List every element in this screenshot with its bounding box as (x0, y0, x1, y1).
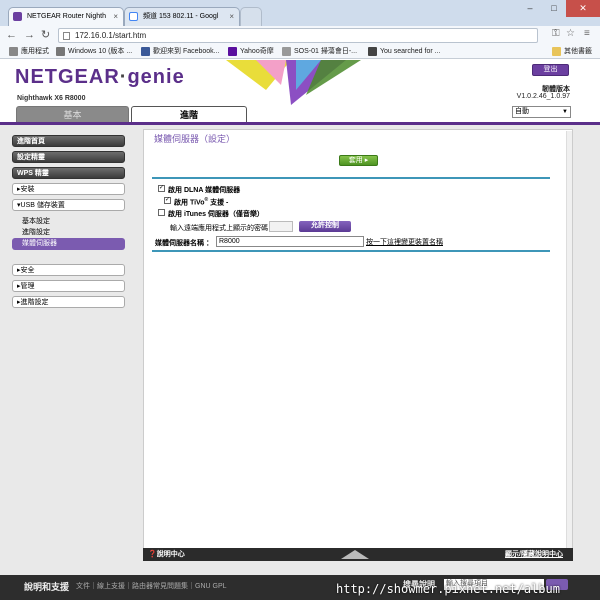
footer-links[interactable]: 文件｜線上支援｜路由器常見問題集｜GNU GPL (76, 581, 227, 591)
google-icon (368, 47, 377, 56)
sidebar-item-administration[interactable]: ▸管理 (12, 280, 125, 292)
dlna-checkbox[interactable]: ✓ (158, 185, 165, 192)
language-select[interactable]: 自動 ▼ (512, 106, 571, 118)
server-name-label: 媒體伺服器名稱 ： (155, 240, 213, 247)
url-text: 172.16.0.1/start.htm (75, 31, 147, 40)
apps-icon (9, 47, 18, 56)
browser-toolbar: ← → ↻ 172.16.0.1/start.htm ⚿ ☆ ≡ (0, 26, 600, 45)
bookmark-windows10[interactable]: Windows 10 (版本 ... (56, 46, 132, 57)
toggle-help-link[interactable]: 顯示/隱藏說明中心 (505, 549, 563, 560)
footer-title: 說明和支援 (24, 582, 70, 592)
sidebar-item-wps-wizard[interactable]: WPS 精靈 (12, 167, 125, 179)
bookmark-yahoo[interactable]: Yahoo奇摩 (228, 46, 274, 57)
window-close-icon[interactable]: ✕ (566, 0, 600, 17)
browser-tab-google[interactable]: 頻道 153 802.11 - Googl × (124, 7, 240, 26)
close-tab-icon[interactable]: × (229, 8, 234, 25)
window-controls: – □ ✕ (518, 0, 600, 17)
tab-title: 頻道 153 802.11 - Googl (143, 13, 219, 20)
key-icon[interactable]: ⚿ (552, 28, 560, 39)
allow-control-button[interactable]: 允許控制 (299, 221, 351, 232)
sidebar-item-advanced-setup[interactable]: ▸進階設定 (12, 296, 125, 308)
change-device-name-link[interactable]: 按一下這裡變更裝置名稱 (366, 237, 443, 247)
dlna-label: 啟用 DLNA 媒體伺服器 (168, 187, 241, 194)
help-center-bar: ❓說明中心 顯示/隱藏說明中心 (143, 548, 573, 561)
help-center-label[interactable]: ❓說明中心 (148, 549, 185, 560)
server-name-input[interactable]: R8000 (216, 236, 364, 247)
yahoo-icon (228, 47, 237, 56)
back-icon[interactable]: ← (6, 28, 17, 42)
forward-icon[interactable]: → (24, 28, 35, 42)
expand-help-icon[interactable] (341, 550, 369, 559)
bookmarks-bar: 應用程式 Windows 10 (版本 ... 歡迎來到 Facebook...… (0, 45, 600, 59)
browser-tab-netgear[interactable]: NETGEAR Router Nighth × (8, 7, 124, 26)
chevron-down-icon: ▼ (562, 109, 568, 115)
screen: NETGEAR Router Nighth × 頻道 153 802.11 - … (0, 0, 600, 600)
page-title: 媒體伺服器（設定） (154, 134, 236, 144)
new-tab-button[interactable] (240, 7, 262, 26)
itunes-checkbox[interactable] (158, 209, 165, 216)
reload-icon[interactable]: ↻ (41, 28, 50, 42)
address-bar[interactable]: 172.16.0.1/start.htm (58, 28, 538, 43)
firmware-version: V1.0.2.46_1.0.97 (516, 93, 570, 100)
bookmark-search[interactable]: You searched for ... (368, 46, 440, 57)
maximize-icon[interactable]: □ (542, 0, 566, 17)
minimize-icon[interactable]: – (518, 0, 542, 17)
menu-icon[interactable]: ≡ (584, 28, 590, 39)
sidebar-item-media-server[interactable]: 媒體伺服器 (12, 238, 125, 250)
star-icon[interactable]: ☆ (566, 28, 575, 39)
password-input[interactable] (269, 221, 293, 232)
browser-tab-strip: NETGEAR Router Nighth × 頻道 153 802.11 - … (0, 0, 600, 26)
itunes-label: 啟用 iTunes 伺服器（僅音樂） (168, 211, 264, 218)
page-icon (63, 32, 70, 40)
bookmark-other[interactable]: 其他書籤 (552, 46, 592, 57)
apply-button[interactable]: 套用 ▸ (339, 155, 378, 166)
sidebar-item-usb-storage[interactable]: ▾USB 儲存裝置 (12, 199, 125, 211)
sidebar-item-security[interactable]: ▸安全 (12, 264, 125, 276)
netgear-logo: NETGEAR·genie (15, 66, 185, 88)
divider-bottom (152, 250, 550, 252)
bookmark-apps[interactable]: 應用程式 (9, 46, 49, 57)
watermark-text: http://showmer.pixnet.net/album (336, 582, 560, 596)
sidebar-item-setup-wizard[interactable]: 設定精靈 (12, 151, 125, 163)
tivo-checkbox[interactable]: ✓ (164, 197, 171, 204)
netgear-favicon-icon (13, 12, 22, 21)
facebook-icon (141, 47, 150, 56)
page-icon (56, 47, 65, 56)
tab-basic[interactable]: 基本 (16, 106, 129, 123)
tab-advanced[interactable]: 進階 (131, 106, 247, 123)
page-icon (282, 47, 291, 56)
password-prompt: 輸入遠端應用程式上顯示的密碼 (170, 225, 268, 232)
bookmark-facebook[interactable]: 歡迎來到 Facebook... (141, 46, 220, 57)
divider-top (152, 177, 550, 179)
tab-title: NETGEAR Router Nighth (27, 13, 106, 20)
tivo-label: 啟用 TiVo® 支援 - (174, 197, 229, 207)
model-name: Nighthawk X6 R8000 (17, 95, 86, 102)
close-tab-icon[interactable]: × (113, 8, 118, 25)
folder-icon (552, 47, 561, 56)
genie-burst-graphic (226, 60, 361, 105)
sidebar-item-advanced-home[interactable]: 進階首頁 (12, 135, 125, 147)
sidebar-item-setup[interactable]: ▸安裝 (12, 183, 125, 195)
bookmark-sos[interactable]: SOS-01 掃蕩會日-... (282, 46, 357, 57)
google-favicon-icon (129, 12, 138, 21)
content-scrollbar[interactable] (566, 131, 572, 549)
logout-button[interactable]: 登出 (532, 64, 569, 76)
